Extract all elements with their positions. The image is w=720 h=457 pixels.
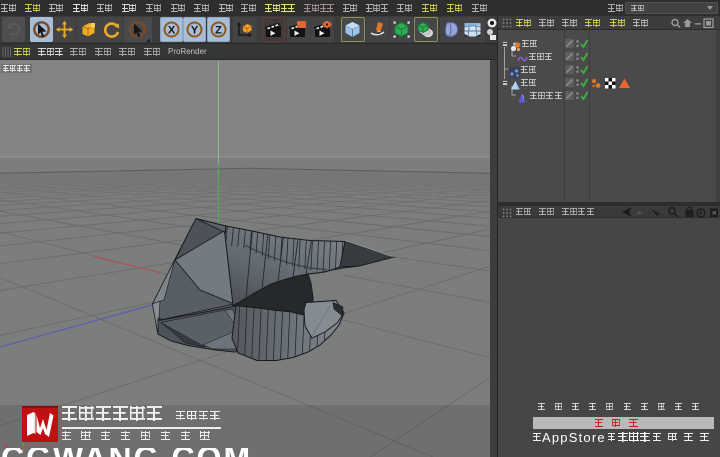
svg-text:X: X [167, 24, 175, 36]
svg-text:Z: Z [215, 24, 222, 36]
svg-text:Y: Y [191, 24, 199, 36]
